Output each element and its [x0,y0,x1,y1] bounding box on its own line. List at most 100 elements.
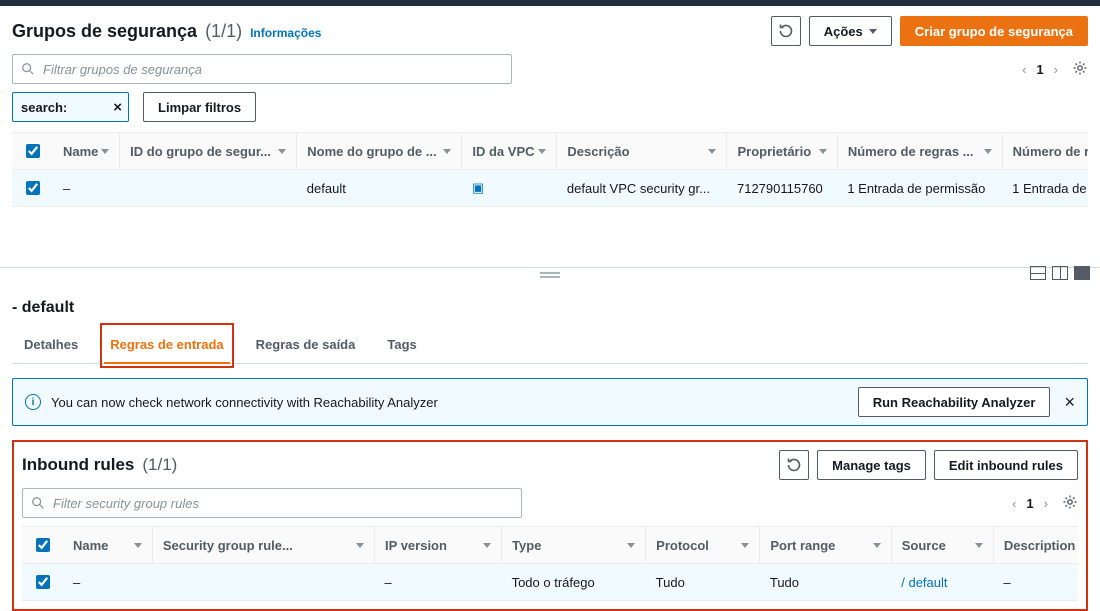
layout-split-vertical-icon[interactable] [1052,266,1068,280]
run-reachability-button[interactable]: Run Reachability Analyzer [858,387,1051,417]
col-sgname[interactable]: Nome do grupo de ... [297,133,462,170]
edit-inbound-button[interactable]: Edit inbound rules [934,450,1078,480]
tab-regras-entrada[interactable]: Regras de entrada [104,327,229,364]
cell-in-desc: – [993,564,1078,601]
chevron-down-icon [708,149,716,154]
inbound-select-all[interactable] [36,538,50,552]
inbound-title: Inbound rules [22,455,134,475]
col-name[interactable]: Name [53,133,120,170]
layout-split-horizontal-icon[interactable] [1030,266,1046,280]
next-page-button[interactable]: › [1054,62,1058,77]
sg-table-wrap: Name ID do grupo de segur... Nome do gru… [12,132,1088,207]
sg-table: Name ID do grupo de segur... Nome do gru… [12,133,1088,207]
col-sgid[interactable]: ID do grupo de segur... [120,133,297,170]
cell-sgname: default [297,170,462,207]
inbound-settings-button[interactable] [1062,494,1078,513]
detail-tabs: Detalhes Regras de entrada Regras de saí… [12,327,1088,364]
row-checkbox[interactable] [26,181,40,195]
inbound-search-wrap[interactable] [22,488,522,518]
header-row: Grupos de segurança (1/1) Informações Aç… [12,16,1088,46]
chevron-down-icon [356,543,364,548]
col-in-port[interactable]: Port range [760,527,891,564]
create-sg-button[interactable]: Criar grupo de segurança [900,16,1088,46]
pane-splitter[interactable] [0,267,1100,285]
manage-tags-button[interactable]: Manage tags [817,450,926,480]
col-inrules[interactable]: Número de regras ... [837,133,1002,170]
cell-inrules: 1 Entrada de permissão [837,170,1002,207]
chevron-down-icon [741,543,749,548]
cell-in-source[interactable]: / default [891,564,993,601]
cell-in-type: Todo o tráfego [502,564,646,601]
drag-handle-icon[interactable] [540,272,560,274]
cell-vpcid[interactable]: ▣ [462,170,557,207]
inbound-pager: ‹ 1 › [1012,496,1048,511]
security-groups-pane: Grupos de segurança (1/1) Informações Aç… [0,6,1100,207]
chevron-down-icon [101,149,109,154]
col-outrules[interactable]: Número de re [1002,133,1088,170]
cell-outrules: 1 Entrada de p [1002,170,1088,207]
gear-icon [1072,60,1088,76]
col-in-type[interactable]: Type [502,527,646,564]
tab-tags[interactable]: Tags [381,327,422,364]
info-icon: i [25,394,41,410]
col-in-desc[interactable]: Description [993,527,1078,564]
detail-title: - default [12,295,1088,327]
chevron-down-icon [819,149,827,154]
inbound-count: (1/1) [142,455,177,475]
refresh-icon [778,23,794,39]
inbound-refresh-button[interactable] [779,450,809,480]
chevron-down-icon [134,543,142,548]
row-checkbox[interactable] [36,575,50,589]
inbound-rules-section: Inbound rules (1/1) Manage tags Edit inb… [12,440,1088,611]
search-icon [21,62,35,76]
chevron-down-icon [627,543,635,548]
col-in-source[interactable]: Source [891,527,993,564]
cell-owner: 712790115760 [727,170,837,207]
chevron-down-icon [869,29,877,34]
table-row[interactable]: – default ▣ default VPC security gr... 7… [12,170,1088,207]
chevron-down-icon [984,149,992,154]
banner-text: You can now check network connectivity w… [51,395,438,410]
col-owner[interactable]: Proprietário [727,133,837,170]
actions-button[interactable]: Ações [809,16,892,46]
col-desc[interactable]: Descrição [557,133,727,170]
cell-desc: default VPC security gr... [557,170,727,207]
inbound-table-wrap: Name Security group rule... IP version T… [22,526,1078,601]
col-in-name[interactable]: Name [63,527,152,564]
prev-page-button[interactable]: ‹ [1022,62,1026,77]
page-title: Grupos de segurança [12,21,197,42]
filter-tokens-row: search: × Limpar filtros [12,92,1088,122]
close-banner-button[interactable]: × [1064,392,1075,413]
cell-in-ipver: – [375,564,502,601]
cell-in-name: – [63,564,152,601]
inbound-prev-page[interactable]: ‹ [1012,496,1016,511]
cell-sgid[interactable] [120,170,297,207]
col-in-proto[interactable]: Protocol [646,527,760,564]
inbound-search-input[interactable] [51,495,513,512]
settings-button[interactable] [1072,60,1088,79]
info-link[interactable]: Informações [250,26,321,40]
tab-detalhes[interactable]: Detalhes [18,327,84,364]
chevron-down-icon [443,149,451,154]
remove-token-button[interactable]: × [109,99,122,116]
token-key: search: [21,100,67,115]
refresh-button[interactable] [771,16,801,46]
external-link-icon[interactable]: ▣ [472,180,484,195]
col-in-rid[interactable]: Security group rule... [152,527,374,564]
actions-label: Ações [824,24,863,39]
filter-token[interactable]: search: × [12,92,129,122]
col-in-ipver[interactable]: IP version [375,527,502,564]
layout-full-icon[interactable] [1074,266,1090,280]
search-input-wrap[interactable] [12,54,512,84]
inbound-next-page[interactable]: › [1044,496,1048,511]
cell-in-rid[interactable] [152,564,374,601]
top-pager: ‹ 1 › [1022,62,1058,77]
reachability-banner: i You can now check network connectivity… [12,378,1088,426]
select-all-checkbox[interactable] [26,144,40,158]
search-input[interactable] [41,61,503,78]
search-icon [31,496,45,510]
table-row[interactable]: – – Todo o tráfego Tudo Tudo / default – [22,564,1078,601]
clear-filters-button[interactable]: Limpar filtros [143,92,256,122]
col-vpcid[interactable]: ID da VPC [462,133,557,170]
tab-regras-saida[interactable]: Regras de saída [250,327,362,364]
